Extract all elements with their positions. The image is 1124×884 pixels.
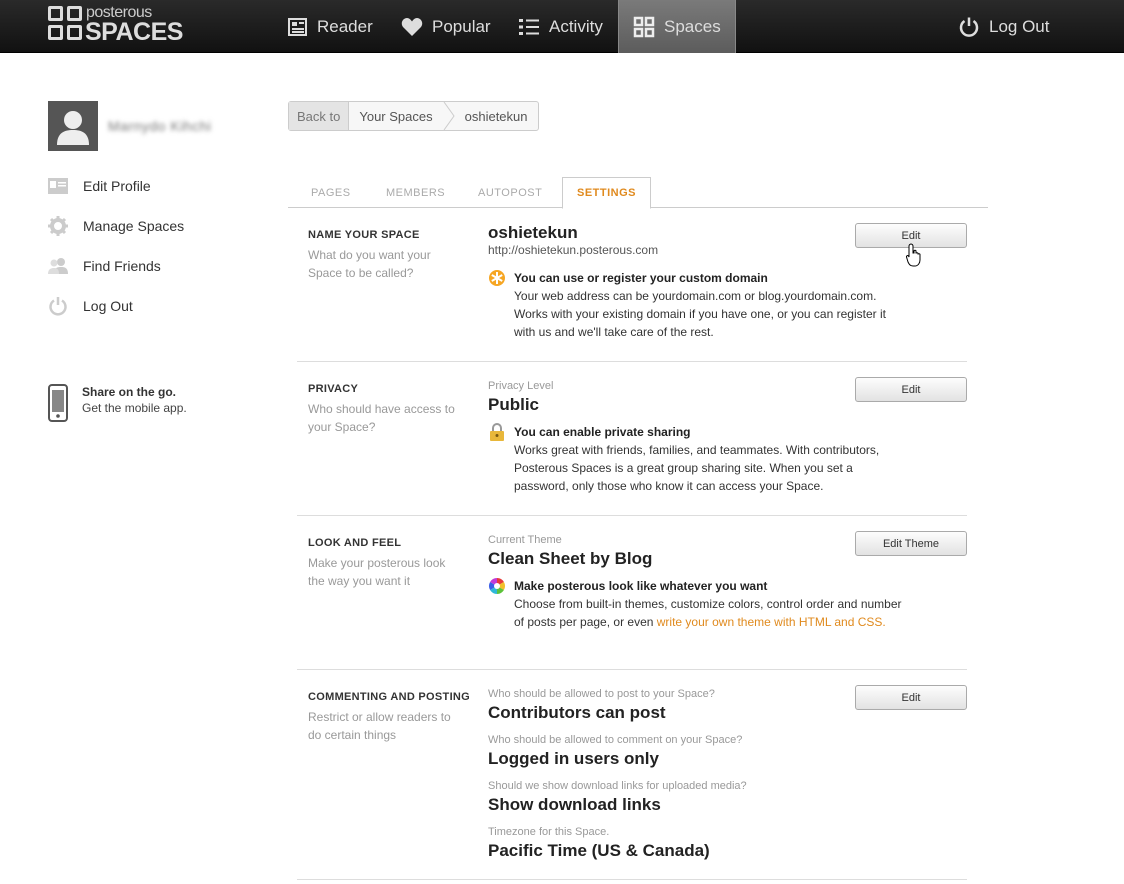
breadcrumb: Back to Your Spaces oshietekun xyxy=(288,101,539,131)
section-title: NAME YOUR SPACE xyxy=(308,229,420,241)
note-body: Works great with friends, families, and … xyxy=(514,443,880,493)
gear-icon xyxy=(48,216,68,236)
current-theme-label: Current Theme xyxy=(488,534,562,546)
sidebar-item-edit-profile[interactable]: Edit Profile xyxy=(48,176,151,196)
breadcrumb-your-spaces[interactable]: Your Spaces xyxy=(349,102,442,130)
tab-pages[interactable]: PAGES xyxy=(311,177,351,208)
download-links-value: Show download links xyxy=(488,795,661,814)
sidebar-item-label: Edit Profile xyxy=(83,178,151,194)
current-theme-value: Clean Sheet by Blog xyxy=(488,549,653,568)
tab-members[interactable]: MEMBERS xyxy=(386,177,445,208)
tab-autopost[interactable]: AUTOPOST xyxy=(478,177,542,208)
section-look-and-feel: LOOK AND FEEL Make your posterous look t… xyxy=(297,516,967,670)
mobile-promo-title: Share on the go. xyxy=(82,385,177,399)
nav-spaces-label: Spaces xyxy=(664,16,721,36)
user-silhouette-icon xyxy=(57,111,89,145)
section-title: COMMENTING AND POSTING xyxy=(308,691,471,703)
breadcrumb-back-label: Back to xyxy=(289,102,350,130)
nav-popular[interactable]: Popular xyxy=(401,0,491,53)
section-name-your-space: NAME YOUR SPACE What do you want your Sp… xyxy=(297,208,967,362)
timezone-value: Pacific Time (US & Canada) xyxy=(488,841,710,860)
power-icon xyxy=(48,296,68,316)
comment-permission-label: Who should be allowed to comment on your… xyxy=(488,734,743,746)
space-url: http://oshietekun.posterous.com xyxy=(488,243,659,257)
nav-popular-label: Popular xyxy=(432,16,491,36)
avatar[interactable] xyxy=(48,101,98,151)
nav-spaces[interactable]: Spaces xyxy=(618,0,736,53)
section-description: Make your posterous look the way you wan… xyxy=(308,556,446,588)
theme-note: Make posterous look like whatever you wa… xyxy=(488,577,904,631)
nav-activity[interactable]: Activity xyxy=(518,0,603,53)
section-description: Restrict or allow readers to do certain … xyxy=(308,710,451,742)
custom-domain-note: You can use or register your custom doma… xyxy=(488,269,904,341)
color-wheel-icon xyxy=(489,578,505,594)
private-sharing-note: You can enable private sharing Works grea… xyxy=(488,423,904,495)
note-title: Make posterous look like whatever you wa… xyxy=(514,579,768,593)
lock-icon xyxy=(490,423,504,441)
sidebar-item-manage-spaces[interactable]: Manage Spaces xyxy=(48,216,184,236)
nav-reader[interactable]: Reader xyxy=(288,0,373,53)
heart-icon xyxy=(401,17,423,36)
timezone-label: Timezone for this Space. xyxy=(488,826,610,838)
sidebar-item-find-friends[interactable]: Find Friends xyxy=(48,256,161,276)
section-title: LOOK AND FEEL xyxy=(308,537,402,549)
space-tabs: PAGES MEMBERS AUTOPOST SETTINGS xyxy=(288,177,988,209)
reader-icon xyxy=(288,17,307,36)
list-icon xyxy=(519,18,539,35)
post-permission-value: Contributors can post xyxy=(488,703,666,722)
section-privacy: PRIVACY Who should have access to your S… xyxy=(297,362,967,516)
nav-reader-label: Reader xyxy=(317,16,373,36)
section-title: PRIVACY xyxy=(308,383,359,395)
mobile-promo-subtitle: Get the mobile app. xyxy=(82,401,187,415)
sidebar-item-log-out[interactable]: Log Out xyxy=(48,296,133,316)
phone-icon xyxy=(48,384,68,422)
people-icon xyxy=(48,256,68,276)
grid-icon xyxy=(633,16,655,37)
comment-permission-value: Logged in users only xyxy=(488,749,659,768)
asterisk-icon xyxy=(489,270,505,286)
mobile-app-promo[interactable]: Share on the go. Get the mobile app. xyxy=(48,384,187,422)
sidebar-item-label: Find Friends xyxy=(83,258,161,274)
power-icon xyxy=(959,17,979,37)
edit-commenting-button[interactable]: Edit xyxy=(855,685,967,710)
custom-theme-link[interactable]: write your own theme with HTML and CSS. xyxy=(657,615,886,629)
nav-logout[interactable]: Log Out xyxy=(958,0,1050,53)
note-title: You can enable private sharing xyxy=(514,425,691,439)
id-card-icon xyxy=(48,176,68,196)
edit-privacy-button[interactable]: Edit xyxy=(855,377,967,402)
sidebar-item-label: Manage Spaces xyxy=(83,218,185,234)
post-permission-label: Who should be allowed to post to your Sp… xyxy=(488,688,715,700)
note-title: You can use or register your custom doma… xyxy=(514,271,768,285)
top-nav-bar: posterous SPACES Reader Popular Activity… xyxy=(0,0,1124,53)
privacy-level-label: Privacy Level xyxy=(488,380,554,392)
profile-username[interactable]: Marnydo Kihchi xyxy=(108,118,212,134)
section-description: What do you want your Space to be called… xyxy=(308,248,431,280)
nav-activity-label: Activity xyxy=(549,16,603,36)
tab-settings[interactable]: SETTINGS xyxy=(562,177,652,209)
sidebar-item-label: Log Out xyxy=(83,298,133,314)
section-commenting-and-posting: COMMENTING AND POSTING Restrict or allow… xyxy=(297,670,967,880)
logo-text-bottom: SPACES xyxy=(85,18,183,46)
space-name-value: oshietekun xyxy=(488,223,578,242)
logo-grid-icon xyxy=(48,6,82,40)
download-links-label: Should we show download links for upload… xyxy=(488,780,747,792)
posterous-spaces-logo[interactable]: posterous SPACES xyxy=(48,4,183,46)
section-description: Who should have access to your Space? xyxy=(308,402,455,434)
privacy-level-value: Public xyxy=(488,395,540,414)
breadcrumb-current-space[interactable]: oshietekun xyxy=(455,102,538,130)
nav-logout-label: Log Out xyxy=(989,16,1050,36)
note-body: Your web address can be yourdomain.com o… xyxy=(514,289,886,339)
hand-cursor-icon xyxy=(906,243,921,267)
edit-theme-button[interactable]: Edit Theme xyxy=(855,531,967,556)
breadcrumb-separator-icon xyxy=(443,102,455,130)
